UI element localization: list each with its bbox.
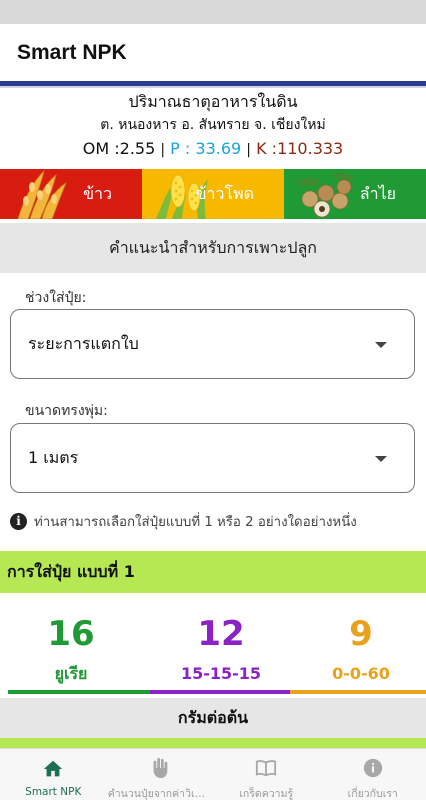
- app-title: Smart NPK: [17, 40, 127, 64]
- info-icon: i: [10, 512, 27, 530]
- advice-header: คำแนะนำสำหรับการเพาะปลูก: [0, 223, 426, 273]
- nav-about[interactable]: เกี่ยวกับเรา: [320, 749, 426, 800]
- p-value: P : 33.69: [170, 139, 242, 158]
- longan-icon: [296, 172, 354, 218]
- note-text: ท่านสามารถเลือกใส่ปุ๋ยแบบที่ 1 หรือ 2 อย…: [34, 514, 357, 530]
- fertilizer-amount: 16: [47, 614, 95, 654]
- crop-longan-label: ลำไย: [359, 183, 396, 203]
- stage-label: ช่วงใส่ปุ๋ย:: [25, 290, 87, 306]
- book-icon: [254, 757, 278, 780]
- nav-calculate[interactable]: คำนวนปุ๋ยจากค่าวิเคราะห์ดิน: [107, 749, 214, 800]
- crop-longan-button[interactable]: ลำไย: [284, 169, 426, 219]
- nav-label: คำนวนปุ๋ยจากค่าวิเคราะห์ดิน: [107, 787, 212, 800]
- app-bar-divider-shadow: [0, 86, 426, 88]
- fertilizer-underline: [290, 690, 426, 694]
- plan-2-header: [0, 738, 426, 748]
- soil-title: ปริมาณธาตุอาหารในดิน: [128, 92, 298, 111]
- fertilizer-underline: [150, 690, 290, 694]
- om-value: OM :2.55: [82, 139, 156, 158]
- dropdown-arrow-icon: [375, 342, 387, 348]
- soil-location: ต. หนองหาร อ. สันทราย จ. เชียงใหม่: [100, 117, 326, 133]
- fertilizer-15-15-15: 12 15-15-15: [150, 609, 292, 689]
- fertilizer-name: ยูเรีย: [54, 664, 88, 683]
- canopy-select[interactable]: 1 เมตร: [10, 423, 415, 493]
- nav-label: เกร็ดความรู้: [239, 787, 294, 800]
- unit-label: กรัมต่อต้น: [0, 698, 426, 738]
- crop-selector: ข้าว ข้าวโพด ลำไย: [0, 169, 426, 219]
- hand-icon: [148, 757, 172, 780]
- fertilizer-amount: 9: [349, 614, 373, 654]
- k-value: K :110.333: [256, 139, 344, 158]
- plan-1-header: การใส่ปุ๋ย แบบที่ 1: [0, 551, 426, 593]
- home-icon: [41, 757, 65, 781]
- crop-corn-button[interactable]: ข้าวโพด: [142, 169, 284, 219]
- crop-corn-label: ข้าวโพด: [195, 183, 254, 203]
- crop-rice-button[interactable]: ข้าว: [0, 169, 142, 219]
- status-bar: [0, 0, 426, 24]
- separator: |: [246, 142, 251, 158]
- nav-label: Smart NPK: [25, 786, 82, 798]
- fertilizer-name: 15-15-15: [180, 664, 262, 683]
- rice-icon: [17, 169, 67, 219]
- stage-select[interactable]: ระยะการแตกใบ: [10, 309, 415, 379]
- canopy-label: ขนาดทรงพุ่ม:: [25, 403, 108, 419]
- soil-info: ปริมาณธาตุอาหารในดิน ต. หนองหาร อ. สันทร…: [0, 90, 426, 162]
- app-bar: Smart NPK: [0, 24, 426, 81]
- nav-label: เกี่ยวกับเรา: [347, 787, 398, 800]
- nav-knowledge[interactable]: เกร็ดความรู้: [213, 749, 320, 800]
- crop-rice-label: ข้าว: [83, 183, 112, 203]
- canopy-select-value: 1 เมตร: [28, 447, 79, 467]
- npk-values: OM :2.55 | P : 33.69 | K :110.333: [0, 136, 426, 162]
- info-icon: [361, 757, 385, 780]
- fertilizer-name: 0-0-60: [332, 664, 390, 683]
- nav-smart-npk[interactable]: Smart NPK: [0, 749, 107, 800]
- stage-select-value: ระยะการแตกใบ: [28, 333, 139, 353]
- fertilizer-0-0-60: 9 0-0-60: [290, 609, 426, 689]
- note: i ท่านสามารถเลือกใส่ปุ๋ยแบบที่ 1 หรือ 2 …: [10, 510, 420, 532]
- separator: |: [160, 142, 166, 158]
- fertilizer-underline: [8, 690, 150, 694]
- dropdown-arrow-icon: [375, 456, 387, 462]
- bottom-navigation: Smart NPK คำนวนปุ๋ยจากค่าวิเคราะห์ดิน เก…: [0, 748, 426, 800]
- fertilizer-amount: 12: [197, 614, 245, 654]
- fertilizer-urea: 16 ยูเรีย: [0, 609, 142, 689]
